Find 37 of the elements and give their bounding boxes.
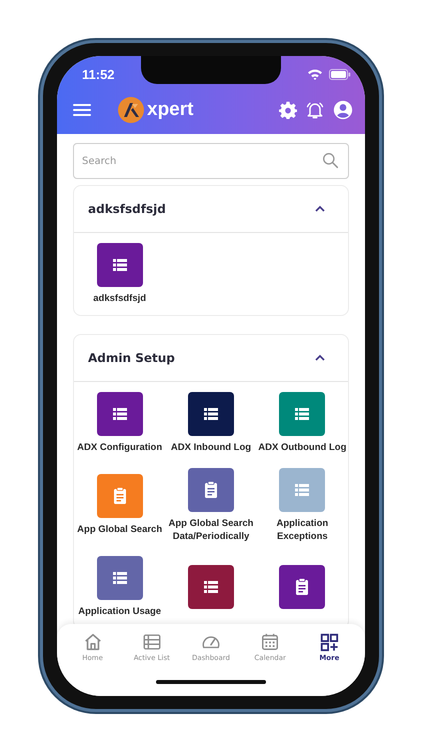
- search-icon[interactable]: [322, 152, 339, 169]
- logo-text: xpert: [147, 99, 194, 121]
- app-tile[interactable]: [188, 392, 234, 436]
- grid-plus-icon: [319, 632, 340, 652]
- search-field[interactable]: Search: [73, 143, 349, 179]
- app-tile[interactable]: [96, 474, 143, 518]
- tile-label: adksfsdfsjd: [93, 292, 146, 305]
- tile-label: App Global Search Data/Periodically: [167, 516, 254, 542]
- bell-icon[interactable]: [305, 100, 325, 120]
- app-tile[interactable]: [279, 392, 326, 436]
- app-tile[interactable]: [96, 392, 143, 436]
- calendar-icon: [260, 632, 280, 652]
- tile-label: App Global Search: [77, 523, 162, 536]
- app-tile[interactable]: [188, 565, 234, 609]
- user-icon[interactable]: [333, 100, 353, 120]
- tile-label: Application Exceptions: [275, 516, 330, 542]
- tile-label: ADX Inbound Log: [170, 441, 252, 454]
- tile-label: ADX Outbound Log: [258, 441, 346, 454]
- tile-label: ADX Configuration: [77, 441, 162, 454]
- logo-icon: [117, 96, 145, 124]
- section-title: Admin Setup: [88, 351, 175, 365]
- battery-icon: [329, 68, 351, 80]
- app-tile[interactable]: [279, 468, 326, 512]
- tile-label: Application Usage: [78, 605, 162, 618]
- app-tile[interactable]: [96, 556, 143, 600]
- collapse-chevron-icon[interactable]: [314, 354, 326, 362]
- status-time: 11:52: [82, 66, 115, 82]
- app-tile[interactable]: [279, 565, 326, 609]
- menu-icon[interactable]: [73, 103, 91, 117]
- list-icon: [142, 632, 162, 652]
- home-icon: [82, 632, 103, 652]
- section-title: adksfsdfsjd: [88, 202, 166, 216]
- settings-icon[interactable]: [279, 101, 297, 119]
- wifi-icon: [307, 68, 323, 80]
- app-tile[interactable]: [188, 468, 234, 512]
- app-tile[interactable]: [96, 243, 143, 287]
- collapse-chevron-icon[interactable]: [314, 205, 326, 213]
